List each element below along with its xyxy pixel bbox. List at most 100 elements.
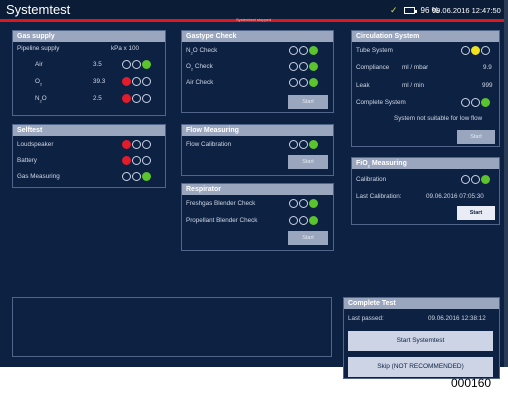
gastype-name-suffix: O Check <box>192 47 218 54</box>
selftest-item: Battery <box>17 157 37 164</box>
low-flow-note: System not suitable for low flow <box>394 115 483 122</box>
selftest-leds <box>122 140 151 149</box>
complete-system-label: Complete System <box>356 99 406 106</box>
flow-start-button[interactable]: Start <box>288 155 328 169</box>
flow-measuring-panel: Flow Measuring Flow Calibration Start <box>181 124 334 176</box>
selftest-leds-status-light-1 <box>122 140 131 149</box>
selftest-leds-status-light-1 <box>122 172 131 181</box>
gas-name-suffix: O <box>41 95 47 102</box>
gastype-check-title: Gastype Check <box>182 31 333 42</box>
respirator-leds-status-light-1 <box>289 216 298 225</box>
calibration-label: Calibration <box>356 176 387 183</box>
flow-calibration-leds-status-light-1 <box>289 140 298 149</box>
respirator-check-item: Propellant Blender Check <box>186 217 258 224</box>
gastype-leds-status-light-3 <box>309 78 318 87</box>
gas-name: Air <box>35 61 43 68</box>
gas-name: N2O <box>35 95 47 104</box>
respirator-leds-status-light-3 <box>309 216 318 225</box>
respirator-leds-status-light-1 <box>289 199 298 208</box>
gas-leds-status-light-1 <box>122 94 131 103</box>
circulation-system-title: Circulation System <box>352 31 499 42</box>
gastype-check-panel: Gastype Check N2O Check O2 Check Air Check… <box>181 30 334 113</box>
selftest-item: Gas Measuring <box>17 173 60 180</box>
selftest-leds-status-light-1 <box>122 156 131 165</box>
compliance-value: 9.9 <box>483 64 492 71</box>
ventilator-status-icon: ✓ <box>390 5 398 15</box>
screen: Systemtest Systemtest stopped ✓ 96 % 09.… <box>0 0 508 394</box>
respirator-leds-status-light-3 <box>309 199 318 208</box>
flow-measuring-title: Flow Measuring <box>182 125 333 136</box>
fio2-title-text: FiO <box>356 160 368 167</box>
respirator-start-button[interactable]: Start <box>288 231 328 245</box>
respirator-panel: Respirator Freshgas Blender Check Propell… <box>181 183 334 251</box>
fio2-calibration-status-light-1 <box>461 175 470 184</box>
gas-supply-panel: Gas supply Pipeline supply kPa x 100 Air… <box>12 30 166 116</box>
gas-name: O2 <box>35 78 43 87</box>
selftest-item: Loudspeaker <box>17 141 54 148</box>
selftest-leds-status-light-3 <box>142 140 151 149</box>
page-title: Systemtest <box>6 2 71 17</box>
gas-leds-status-light-2 <box>132 94 141 103</box>
gas-leds <box>122 60 151 69</box>
flow-calibration-label: Flow Calibration <box>186 141 232 148</box>
systemtest-screen: Systemtest Systemtest stopped ✓ 96 % 09.… <box>0 0 508 379</box>
gastype-start-button[interactable]: Start <box>288 95 328 109</box>
document-number: 000160 <box>451 376 492 390</box>
fio2-measuring-panel: FiO2 Measuring Calibration Last Calibrat… <box>351 157 500 225</box>
respirator-leds <box>289 199 318 208</box>
gas-pressure-value: 3.5 <box>93 61 102 68</box>
selftest-panel: Selftest Loudspeaker Battery Gas Measuring <box>12 124 166 188</box>
gastype-leds-status-light-3 <box>309 46 318 55</box>
flow-calibration-leds <box>289 140 318 149</box>
complete-system-leds <box>461 98 490 107</box>
gastype-leds-status-light-1 <box>289 62 298 71</box>
gas-pressure-value: 2.5 <box>93 95 102 102</box>
gas-leds-status-light-3 <box>142 77 151 86</box>
pipeline-supply-label: Pipeline supply <box>17 45 60 52</box>
datetime: 09.06.2016 12:47:50 <box>432 6 501 15</box>
tube-system-status-light-3 <box>481 46 490 55</box>
gastype-leds-status-light-2 <box>299 78 308 87</box>
message-area <box>12 297 332 357</box>
status-message: Systemtest stopped <box>236 17 272 22</box>
selftest-title: Selftest <box>13 125 165 136</box>
gas-pressure-value: 39.3 <box>93 78 106 85</box>
tube-system-status-light-1 <box>461 46 470 55</box>
tube-system-leds <box>461 46 490 55</box>
gastype-leds-status-light-1 <box>289 78 298 87</box>
leak-value: 999 <box>482 82 493 89</box>
gastype-name-suffix: Check <box>193 63 213 70</box>
complete-test-panel: Complete Test Last passed: 09.06.2016 12… <box>343 297 500 379</box>
respirator-leds <box>289 216 318 225</box>
flow-calibration-leds-status-light-3 <box>309 140 318 149</box>
selftest-leds <box>122 156 151 165</box>
gastype-leds <box>289 78 318 87</box>
selftest-leds-status-light-2 <box>132 140 141 149</box>
gastype-check-item: O2 Check <box>186 63 213 72</box>
leak-unit: ml / min <box>402 82 425 89</box>
complete-system-status-light-1 <box>461 98 470 107</box>
respirator-leds-status-light-2 <box>299 199 308 208</box>
gastype-leds-status-light-1 <box>289 46 298 55</box>
battery-icon <box>403 7 417 14</box>
circulation-system-panel: Circulation System Tube System Complianc… <box>351 30 500 147</box>
skip-systemtest-button[interactable]: Skip (NOT RECOMMENDED) <box>348 357 493 377</box>
gastype-leds <box>289 46 318 55</box>
fio2-start-button[interactable]: Start <box>457 206 495 220</box>
leak-label: Leak <box>356 82 370 89</box>
gas-leds <box>122 94 151 103</box>
gas-leds-status-light-2 <box>132 77 141 86</box>
selftest-leds-status-light-2 <box>132 156 141 165</box>
gas-leds-status-light-1 <box>122 60 131 69</box>
gastype-leds <box>289 62 318 71</box>
compliance-label: Compliance <box>356 64 390 71</box>
last-calibration-value: 09.06.2016 07:05:30 <box>426 193 484 200</box>
fio2-measuring-title: FiO2 Measuring <box>352 158 499 169</box>
circulation-start-button[interactable]: Start <box>457 130 495 144</box>
complete-test-title: Complete Test <box>344 298 499 309</box>
gastype-leds-status-light-3 <box>309 62 318 71</box>
fio2-calibration-status-light-3 <box>481 175 490 184</box>
start-systemtest-button[interactable]: Start Systemtest <box>348 331 493 351</box>
respirator-leds-status-light-2 <box>299 216 308 225</box>
selftest-leds-status-light-2 <box>132 172 141 181</box>
